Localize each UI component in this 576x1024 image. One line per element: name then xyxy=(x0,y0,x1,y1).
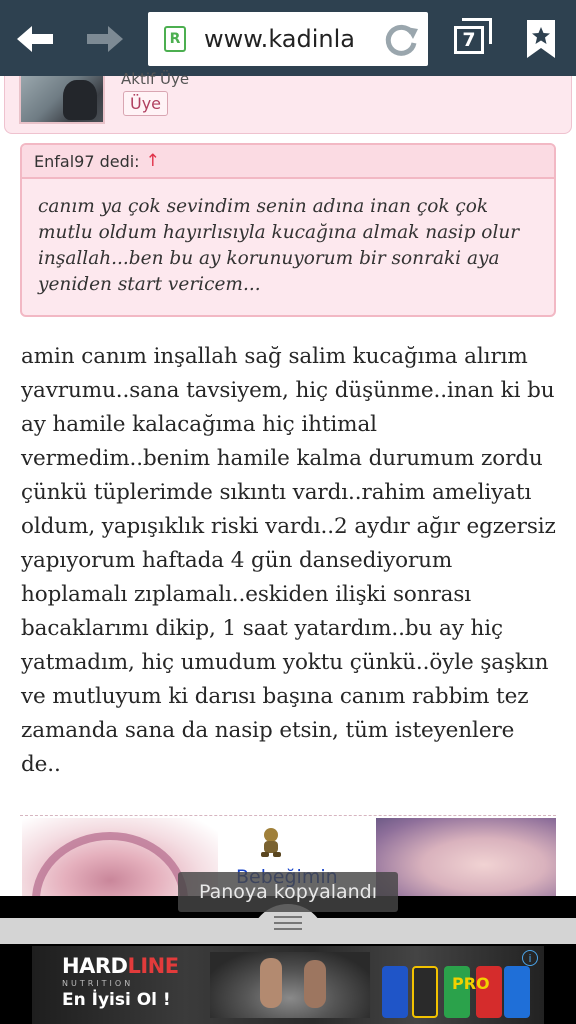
ad-product-image xyxy=(412,966,438,1018)
site-favicon-icon: R xyxy=(164,26,186,52)
ad-brand-logo: HARDLINE xyxy=(62,954,179,978)
baby-mascot-icon xyxy=(261,828,281,857)
drag-handle-icon xyxy=(274,916,302,930)
reload-icon[interactable] xyxy=(382,21,420,59)
forward-button[interactable] xyxy=(80,14,130,64)
member-status: Aktif Üye xyxy=(121,70,190,88)
toast-message: Panoya kopyalandı xyxy=(178,872,398,912)
bookmark-icon[interactable] xyxy=(524,18,558,60)
quote-box: Enfal97 dedi: ↑ canım ya çok sevindim se… xyxy=(20,143,556,317)
back-arrow-icon xyxy=(17,26,53,52)
ad-brand-sub: NUTRITION xyxy=(62,979,134,988)
tabs-button[interactable]: 7 xyxy=(448,16,494,58)
ad-product-label: PRO xyxy=(452,974,490,993)
ad-banner[interactable]: HARDLINE NUTRITION En İyisi Ol ! PRO i xyxy=(32,946,544,1024)
ad-tagline: En İyisi Ol ! xyxy=(62,990,171,1010)
address-bar[interactable]: R www.kadinla xyxy=(148,12,428,66)
browser-toolbar: R www.kadinla 7 xyxy=(0,0,576,76)
avatar[interactable] xyxy=(19,76,105,124)
tab-count: 7 xyxy=(454,26,484,54)
divider xyxy=(20,815,556,816)
ad-product-image xyxy=(382,966,408,1018)
ad-product-image xyxy=(504,966,530,1018)
member-card: Aktif Üye Üye xyxy=(4,70,572,134)
quote-text: canım ya çok sevindim senin adına inan ç… xyxy=(38,196,520,295)
go-to-quote-icon[interactable]: ↑ xyxy=(146,151,160,171)
role-badge: Üye xyxy=(123,91,169,116)
ad-info-icon[interactable]: i xyxy=(522,950,538,966)
back-button[interactable] xyxy=(10,14,60,64)
forward-arrow-icon xyxy=(87,26,123,52)
ad-gym-image xyxy=(210,952,370,1018)
related-thumbnail-right[interactable] xyxy=(376,818,556,896)
url-text[interactable]: www.kadinla xyxy=(204,25,355,53)
quote-header: Enfal97 dedi: ↑ xyxy=(22,145,554,179)
post-text: amin canım inşallah sağ salim kucağıma a… xyxy=(21,344,556,777)
quote-author: Enfal97 dedi: xyxy=(34,151,140,171)
